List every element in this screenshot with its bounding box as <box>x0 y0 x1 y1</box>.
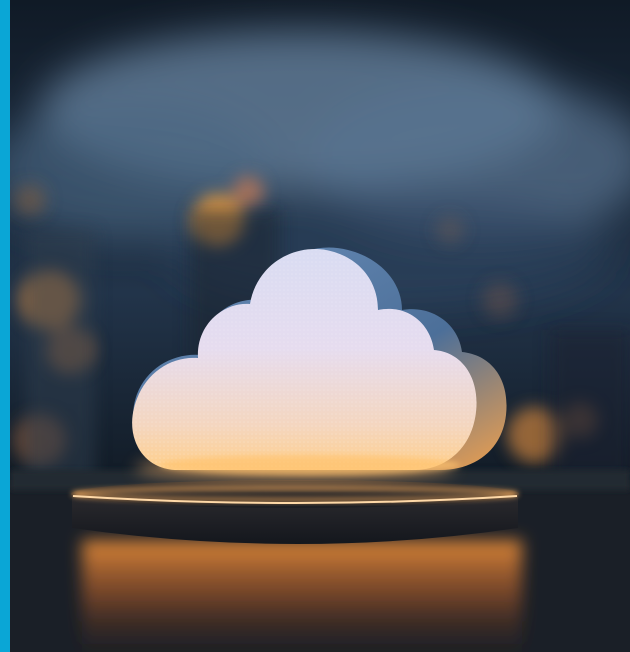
accent-bar <box>0 0 10 652</box>
photo-scene <box>10 0 630 652</box>
glow-reflection <box>82 540 522 652</box>
photo-frame <box>0 0 630 652</box>
